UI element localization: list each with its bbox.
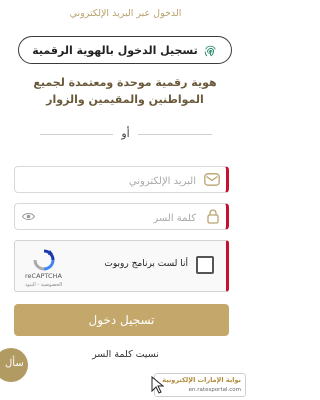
forgot-password-link[interactable]: نسيت كلمة السر (0, 349, 251, 360)
recaptcha-terms[interactable]: الخصوصية - البنود (25, 282, 62, 288)
recaptcha-label: أنا لست برنامج روبوت (104, 259, 188, 269)
uaepass-login-button[interactable]: تسجيل الدخول بالهوية الرقمية (18, 36, 232, 64)
email-login-link[interactable]: الدخول عبر البريد الإلكتروني (0, 8, 251, 19)
recaptcha-brand: reCAPTCHA (25, 272, 62, 280)
password-field[interactable] (14, 203, 229, 230)
portal-badge[interactable]: بوابة الإمارات الإلكترونية en.ratesporta… (151, 373, 246, 397)
email-input[interactable] (43, 171, 198, 191)
recaptcha-checkbox[interactable] (196, 256, 214, 274)
fingerprint-icon (204, 45, 216, 56)
login-button[interactable]: تسجيل دخول (14, 304, 229, 336)
divider-or: أو (0, 127, 251, 140)
portal-badge-url: en.ratesportal.com (188, 387, 241, 393)
mail-icon (204, 173, 220, 186)
recaptcha-logo-icon (33, 249, 55, 271)
chat-button-label: سأل (5, 358, 24, 369)
uaepass-description: هوية رقمية موحدة ومعتمدة لجميع المواطنين… (33, 76, 217, 106)
password-input[interactable] (43, 208, 198, 228)
email-field[interactable] (14, 166, 229, 193)
recaptcha-widget: أنا لست برنامج روبوت reCAPTCHA الخصوصية … (14, 240, 229, 292)
uaepass-login-label: تسجيل الدخول بالهوية الرقمية (32, 43, 198, 57)
portal-badge-title: بوابة الإمارات الإلكترونية (162, 376, 241, 384)
show-password-eye-icon[interactable] (22, 212, 35, 221)
lock-icon (207, 209, 219, 224)
divider-or-label: أو (113, 127, 138, 140)
chat-button[interactable]: سأل (0, 348, 28, 382)
